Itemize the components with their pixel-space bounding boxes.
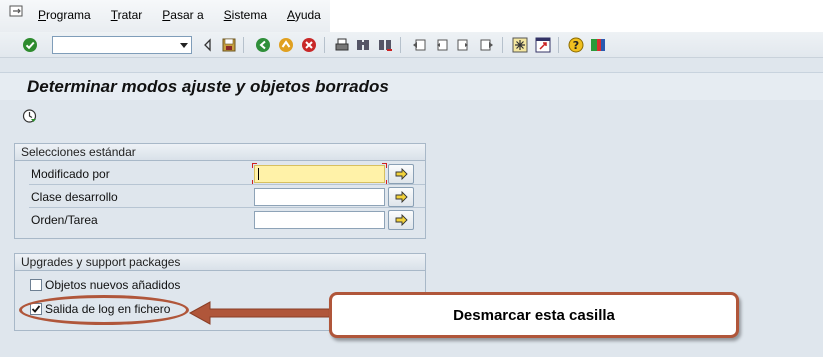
shortcut-icon[interactable] xyxy=(535,37,551,53)
field-label: Orden/Tarea xyxy=(31,213,98,227)
find-next-icon[interactable] xyxy=(377,37,393,53)
next-page-icon[interactable] xyxy=(456,37,472,53)
multiple-selection-button[interactable] xyxy=(388,187,414,207)
toolbar-separator xyxy=(558,37,559,53)
title-bar: Determinar modos ajuste y objetos borrad… xyxy=(0,72,823,100)
find-icon[interactable] xyxy=(355,37,371,53)
text-cursor xyxy=(258,168,259,180)
objetos-nuevos-checkbox[interactable] xyxy=(30,279,42,291)
menu-tratar[interactable]: Tratar xyxy=(111,8,143,22)
system-menu-icon[interactable] xyxy=(9,5,25,19)
field-row-orden-tarea: Orden/Tarea xyxy=(15,209,425,231)
multiple-selection-button[interactable] xyxy=(388,210,414,230)
orden-tarea-input[interactable] xyxy=(254,211,385,229)
toolbar-separator xyxy=(502,37,503,53)
command-field[interactable] xyxy=(52,36,192,54)
focus-corner xyxy=(382,163,387,168)
toolbar-separator xyxy=(243,37,244,53)
page-title: Determinar modos ajuste y objetos borrad… xyxy=(27,77,389,96)
svg-text:?: ? xyxy=(573,39,579,52)
menu-pasar-a[interactable]: Pasar a xyxy=(162,8,203,22)
enter-icon[interactable] xyxy=(22,37,38,53)
menu-items: Programa Tratar Pasar a Sistema Ayuda xyxy=(38,8,341,22)
annotation-text: Desmarcar esta casilla xyxy=(453,307,615,324)
arrow-right-icon xyxy=(395,214,408,226)
execute-icon[interactable] xyxy=(22,108,38,124)
toolbar-separator xyxy=(400,37,401,53)
field-row-modificado-por: Modificado por xyxy=(15,163,425,185)
menu-ayuda[interactable]: Ayuda xyxy=(287,8,321,22)
row-divider xyxy=(29,207,425,208)
arrow-right-icon xyxy=(395,191,408,203)
objetos-nuevos-label: Objetos nuevos añadidos xyxy=(45,278,181,292)
row-divider xyxy=(29,184,425,185)
multiple-selection-button[interactable] xyxy=(388,164,414,184)
menu-programa[interactable]: Programa xyxy=(38,8,91,22)
standard-toolbar: ? xyxy=(0,32,823,58)
layout-icon[interactable] xyxy=(590,37,606,53)
cancel-icon[interactable] xyxy=(301,37,317,53)
last-page-icon[interactable] xyxy=(479,37,495,53)
field-label: Modificado por xyxy=(31,167,110,181)
create-session-icon[interactable] xyxy=(512,37,528,53)
clase-desarrollo-input[interactable] xyxy=(254,188,385,206)
first-page-icon[interactable] xyxy=(411,37,427,53)
standard-selections-group: Selecciones estándar Modificado por Clas… xyxy=(14,143,426,239)
save-icon[interactable] xyxy=(221,37,237,53)
field-label: Clase desarrollo xyxy=(31,190,118,204)
toolbar-separator xyxy=(324,37,325,53)
field-row-clase-desarrollo: Clase desarrollo xyxy=(15,186,425,208)
arrow-right-icon xyxy=(395,168,408,180)
menu-sistema[interactable]: Sistema xyxy=(224,8,267,22)
highlight-ellipse xyxy=(19,295,189,325)
group-header: Selecciones estándar xyxy=(15,144,425,161)
back-nav-icon[interactable] xyxy=(255,37,271,53)
modificado-por-input[interactable] xyxy=(252,163,387,185)
exit-icon[interactable] xyxy=(278,37,294,53)
application-toolbar xyxy=(0,100,823,130)
back-icon[interactable] xyxy=(200,37,216,53)
chevron-down-icon[interactable] xyxy=(180,43,188,48)
menu-bar-blank-area xyxy=(330,0,823,32)
group-header: Upgrades y support packages xyxy=(15,254,425,271)
annotation-callout: Desmarcar esta casilla xyxy=(329,292,739,338)
prev-page-icon[interactable] xyxy=(433,37,449,53)
help-icon[interactable]: ? xyxy=(568,37,584,53)
menu-bar: Programa Tratar Pasar a Sistema Ayuda xyxy=(0,0,823,32)
arrow-left-icon xyxy=(188,301,332,325)
focus-corner xyxy=(252,163,257,168)
print-icon[interactable] xyxy=(334,37,350,53)
